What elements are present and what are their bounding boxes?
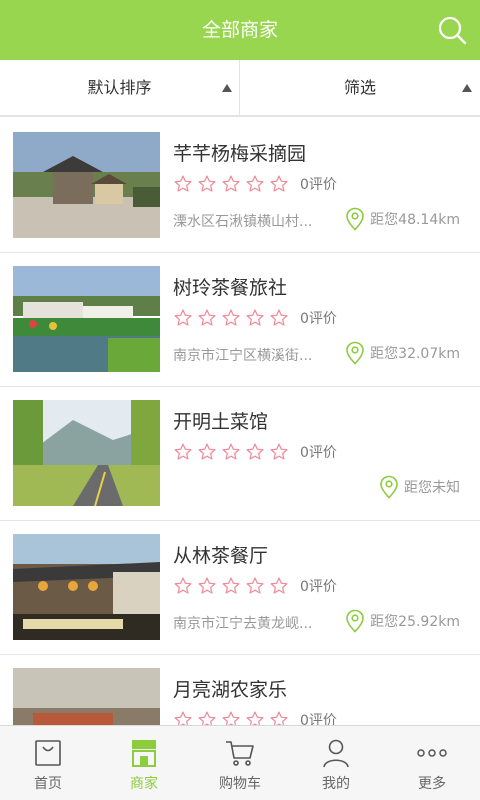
star-empty-icon xyxy=(246,175,264,192)
triangle-up-icon xyxy=(462,84,472,92)
tab-merchants[interactable]: 商家 xyxy=(96,726,192,800)
merchant-address: 南京市江宁区横溪街... xyxy=(173,348,313,364)
location-pin-icon xyxy=(346,341,364,365)
tab-home[interactable]: 首页 xyxy=(0,726,96,800)
tab-label: 更多 xyxy=(418,776,446,792)
merchant-photo xyxy=(13,668,160,725)
screen-filter-label: 筛选 xyxy=(343,78,376,97)
location-pin-icon xyxy=(346,609,364,633)
merchant-address: 溧水区石湫镇横山村... xyxy=(173,214,313,230)
sort-filter[interactable]: 默认排序 xyxy=(0,60,239,115)
merchant-name: 芊芊杨梅采摘园 xyxy=(173,143,307,165)
review-count: 0评价 xyxy=(300,311,337,327)
merchant-distance: 距您48.14km xyxy=(345,207,460,231)
star-rating xyxy=(173,307,293,329)
star-empty-icon xyxy=(174,175,192,192)
distance-text: 距您未知 xyxy=(404,480,460,496)
location-pin-icon xyxy=(346,207,364,231)
cart-icon xyxy=(226,741,254,766)
tab-label: 我的 xyxy=(322,776,350,792)
merchant-name: 开明土菜馆 xyxy=(173,411,269,433)
star-empty-icon xyxy=(222,443,240,460)
star-rating xyxy=(173,173,293,195)
star-empty-icon xyxy=(174,443,192,460)
merchant-item[interactable]: 芊芊杨梅采摘园 0评价 溧水区石湫镇横山村... 距您48.14km xyxy=(0,119,480,253)
merchant-item[interactable]: 从林茶餐厅 0评价 南京市江宁去黄龙岘... 距您25.92km xyxy=(0,521,480,655)
star-empty-icon xyxy=(174,711,192,725)
tab-label: 购物车 xyxy=(219,776,261,792)
star-empty-icon xyxy=(222,175,240,192)
star-empty-icon xyxy=(174,309,192,326)
merchant-address: 南京市江宁去黄龙岘... xyxy=(173,616,313,632)
filter-bar: 默认排序 筛选 xyxy=(0,60,480,117)
tab-profile[interactable]: 我的 xyxy=(288,726,384,800)
star-empty-icon xyxy=(270,309,288,326)
star-empty-icon xyxy=(198,443,216,460)
merchant-distance: 距您25.92km xyxy=(345,609,460,633)
star-empty-icon xyxy=(174,577,192,594)
star-empty-icon xyxy=(246,309,264,326)
more-dots-icon xyxy=(417,749,447,757)
tab-label: 首页 xyxy=(34,776,62,792)
page-title: 全部商家 xyxy=(201,19,278,41)
storefront-icon xyxy=(132,740,156,767)
merchant-item[interactable]: 月亮湖农家乐 0评价 xyxy=(0,655,480,725)
shopping-bag-icon xyxy=(35,740,61,766)
star-empty-icon xyxy=(246,577,264,594)
merchant-item[interactable]: 树玲茶餐旅社 0评价 南京市江宁区横溪街... 距您32.07km xyxy=(0,253,480,387)
star-rating xyxy=(173,575,293,597)
search-icon[interactable] xyxy=(434,12,470,48)
merchant-photo xyxy=(13,132,160,238)
merchant-distance: 距您未知 xyxy=(379,475,460,499)
tab-cart[interactable]: 购物车 xyxy=(192,726,288,800)
distance-text: 距您25.92km xyxy=(370,614,460,630)
star-empty-icon xyxy=(270,577,288,594)
star-empty-icon xyxy=(222,309,240,326)
merchant-distance: 距您32.07km xyxy=(345,341,460,365)
merchant-name: 月亮湖农家乐 xyxy=(173,679,288,701)
merchant-name: 从林茶餐厅 xyxy=(173,545,269,567)
star-empty-icon xyxy=(246,443,264,460)
triangle-up-icon xyxy=(222,84,232,92)
distance-text: 距您48.14km xyxy=(370,212,460,228)
merchant-photo xyxy=(13,266,160,372)
review-count: 0评价 xyxy=(300,579,337,595)
tab-label: 商家 xyxy=(130,776,158,792)
star-empty-icon xyxy=(270,443,288,460)
review-count: 0评价 xyxy=(300,713,337,725)
star-empty-icon xyxy=(198,175,216,192)
review-count: 0评价 xyxy=(300,177,337,193)
tab-more[interactable]: 更多 xyxy=(384,726,480,800)
top-bar: 全部商家 xyxy=(0,0,480,60)
star-empty-icon xyxy=(198,711,216,725)
merchant-list[interactable]: 芊芊杨梅采摘园 0评价 溧水区石湫镇横山村... 距您48.14km 树玲茶餐旅… xyxy=(0,119,480,725)
merchant-name: 树玲茶餐旅社 xyxy=(173,277,288,299)
star-empty-icon xyxy=(222,711,240,725)
review-count: 0评价 xyxy=(300,445,337,461)
star-rating xyxy=(173,709,293,725)
star-empty-icon xyxy=(270,711,288,725)
sort-filter-label: 默认排序 xyxy=(87,78,152,97)
merchant-photo xyxy=(13,534,160,640)
star-rating xyxy=(173,441,293,463)
star-empty-icon xyxy=(270,175,288,192)
merchant-photo xyxy=(13,400,160,506)
person-icon xyxy=(323,739,349,768)
merchant-item[interactable]: 开明土菜馆 0评价 距您未知 xyxy=(0,387,480,521)
distance-text: 距您32.07km xyxy=(370,346,460,362)
star-empty-icon xyxy=(198,577,216,594)
bottom-tab-bar: 首页 商家 购物车 我的 更多 xyxy=(0,725,480,800)
screen-filter[interactable]: 筛选 xyxy=(240,60,480,115)
star-empty-icon xyxy=(222,577,240,594)
star-empty-icon xyxy=(246,711,264,725)
location-pin-icon xyxy=(380,475,398,499)
star-empty-icon xyxy=(198,309,216,326)
